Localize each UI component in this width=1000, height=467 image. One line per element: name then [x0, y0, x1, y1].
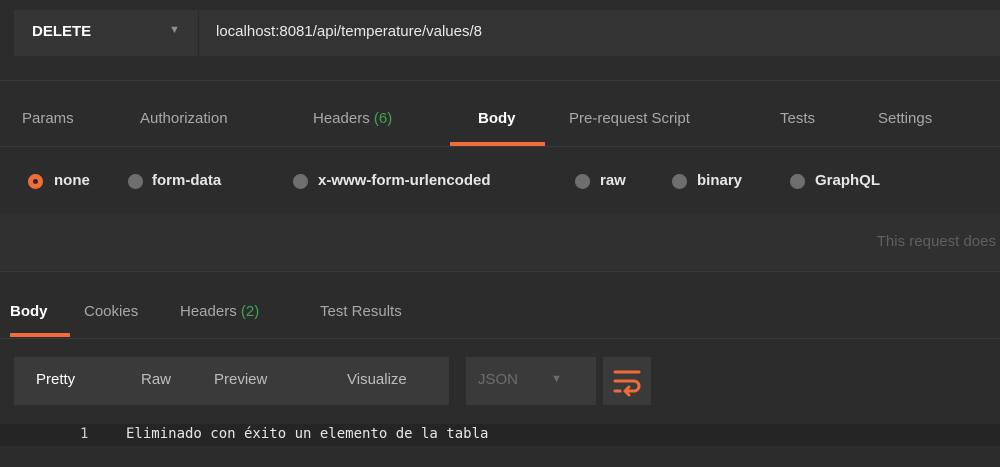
radio-checked-icon[interactable] — [28, 174, 43, 189]
active-response-tab-indicator — [10, 333, 70, 337]
radio-form-data-label: form-data — [152, 172, 222, 189]
divider — [0, 271, 1000, 272]
response-body-text: Eliminado con éxito un elemento de la ta… — [126, 426, 489, 442]
view-mode-group: Pretty Raw Preview Visualize — [14, 357, 449, 405]
radio-icon[interactable] — [672, 174, 687, 189]
radio-icon[interactable] — [790, 174, 805, 189]
url-input[interactable]: localhost:8081/api/temperature/values/8 — [216, 23, 482, 40]
method-select[interactable]: DELETE ▼ — [14, 10, 199, 56]
tab-authorization[interactable]: Authorization — [140, 110, 228, 127]
radio-icon[interactable] — [293, 174, 308, 189]
request-bar: DELETE ▼ localhost:8081/api/temperature/… — [14, 10, 1000, 56]
view-pretty-button[interactable]: Pretty — [36, 371, 75, 388]
radio-urlencoded-label: x-www-form-urlencoded — [318, 172, 491, 189]
response-headers-count-badge: (2) — [240, 303, 260, 320]
view-preview-button[interactable]: Preview — [214, 371, 267, 388]
radio-raw-label: raw — [600, 172, 626, 189]
method-label: DELETE — [32, 23, 92, 40]
response-code-line: 1 Eliminado con éxito un elemento de la … — [0, 424, 1000, 446]
response-tab-headers-label: Headers — [180, 303, 237, 320]
format-select[interactable]: JSON ▼ — [466, 357, 596, 405]
no-body-notice: This request does — [0, 214, 1000, 270]
view-raw-button[interactable]: Raw — [141, 371, 171, 388]
response-tab-test-results[interactable]: Test Results — [320, 303, 402, 320]
divider — [0, 338, 1000, 339]
tab-params[interactable]: Params — [22, 110, 74, 127]
radio-none-label: none — [54, 172, 90, 189]
tab-body[interactable]: Body — [478, 110, 516, 127]
tab-tests[interactable]: Tests — [780, 110, 815, 127]
radio-icon[interactable] — [128, 174, 143, 189]
tab-prerequest-script[interactable]: Pre-request Script — [569, 110, 690, 127]
format-label: JSON — [478, 371, 519, 388]
divider — [0, 80, 1000, 81]
radio-binary-label: binary — [697, 172, 743, 189]
tab-settings[interactable]: Settings — [878, 110, 932, 127]
wrap-lines-icon — [613, 370, 641, 397]
headers-count-badge: (6) — [373, 110, 393, 127]
chevron-down-icon: ▼ — [169, 24, 180, 36]
wrap-lines-button[interactable] — [603, 357, 651, 405]
notice-text: This request does — [876, 233, 996, 250]
body-type-options: none form-data x-www-form-urlencoded raw… — [0, 168, 1000, 198]
divider — [0, 146, 1000, 147]
radio-graphql-label: GraphQL — [815, 172, 881, 189]
radio-icon[interactable] — [575, 174, 590, 189]
view-visualize-button[interactable]: Visualize — [347, 371, 407, 388]
chevron-down-icon: ▼ — [551, 373, 562, 385]
tab-headers[interactable]: Headers (6) — [313, 110, 392, 127]
response-tab-headers[interactable]: Headers (2) — [180, 303, 259, 320]
tab-headers-label: Headers — [313, 110, 370, 127]
response-tab-cookies[interactable]: Cookies — [84, 303, 138, 320]
response-tab-body[interactable]: Body — [10, 303, 48, 320]
line-number: 1 — [80, 426, 89, 442]
